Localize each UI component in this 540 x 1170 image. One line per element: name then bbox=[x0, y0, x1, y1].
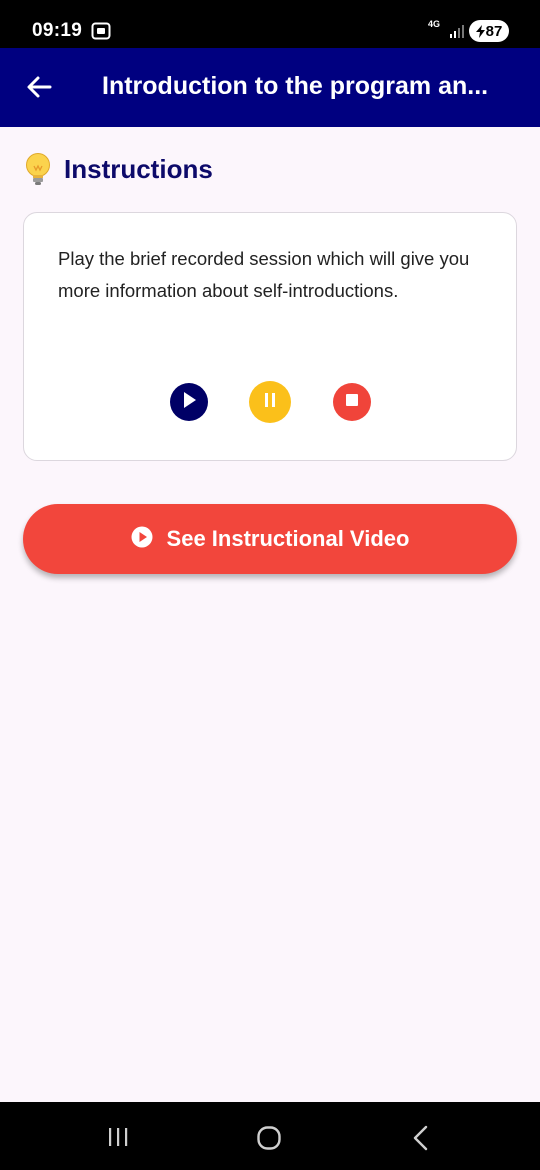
back-icon[interactable] bbox=[410, 1125, 430, 1156]
battery-indicator: 87 bbox=[469, 20, 509, 42]
status-time: 09:19 bbox=[32, 20, 83, 41]
status-bar: 09:19 4G 87 bbox=[0, 0, 540, 48]
page-title: Introduction to the program an... bbox=[102, 72, 489, 100]
stop-icon bbox=[344, 392, 360, 413]
instructions-card: Play the brief recorded session which wi… bbox=[23, 212, 517, 461]
pause-icon bbox=[263, 392, 277, 413]
signal-icon bbox=[449, 24, 465, 43]
stop-button[interactable] bbox=[333, 383, 371, 421]
play-icon bbox=[181, 391, 197, 414]
instructions-text: Play the brief recorded session which wi… bbox=[58, 248, 470, 301]
play-circle-icon bbox=[131, 526, 153, 553]
video-button-label: See Instructional Video bbox=[166, 526, 410, 551]
system-nav-bar bbox=[0, 1102, 540, 1170]
charging-icon bbox=[475, 24, 485, 38]
app-bar: Introduction to the program an... bbox=[0, 48, 540, 127]
battery-level: 87 bbox=[485, 22, 503, 40]
screen-record-icon bbox=[91, 22, 111, 45]
see-instructional-video-button[interactable]: See Instructional Video bbox=[23, 504, 517, 574]
arrow-left-icon[interactable] bbox=[26, 74, 52, 105]
play-button[interactable] bbox=[170, 383, 208, 421]
recents-icon[interactable] bbox=[107, 1126, 129, 1153]
section-title: Instructions bbox=[64, 154, 213, 184]
home-icon[interactable] bbox=[256, 1125, 282, 1156]
lightbulb-icon bbox=[24, 152, 52, 193]
pause-button[interactable] bbox=[249, 381, 291, 423]
network-type: 4G bbox=[428, 19, 441, 29]
